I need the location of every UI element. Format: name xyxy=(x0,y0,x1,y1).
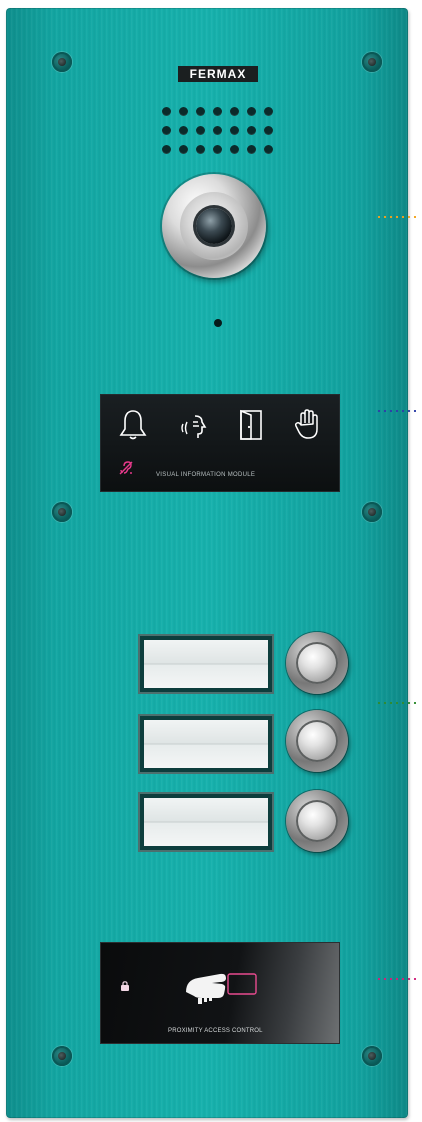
screw-mid-left xyxy=(52,502,72,522)
speaker-hole xyxy=(196,126,205,135)
camera-indicator-line xyxy=(376,216,416,218)
speaker-hole xyxy=(179,145,188,154)
call-button-2[interactable] xyxy=(286,710,348,772)
screw-bottom-right xyxy=(362,1046,382,1066)
speaking-icon xyxy=(181,415,207,438)
call-button-3[interactable] xyxy=(286,790,348,852)
speaker-hole xyxy=(162,145,171,154)
name-card-insert xyxy=(144,720,268,768)
speaker-hole xyxy=(213,107,222,116)
speaker-hole xyxy=(213,145,222,154)
hearing-aid-icon xyxy=(119,461,133,475)
access-indicator-line xyxy=(376,978,416,980)
speaker-hole xyxy=(230,126,239,135)
name-card-insert xyxy=(144,640,268,688)
speaker-hole xyxy=(247,107,256,116)
vim-indicator-line xyxy=(376,410,416,412)
speaker-hole xyxy=(230,107,239,116)
speaker-hole xyxy=(247,126,256,135)
speaker-grille xyxy=(162,107,280,159)
call-button-cap xyxy=(296,642,338,684)
brand-logo: FERMAX xyxy=(178,66,258,82)
speaker-hole xyxy=(230,145,239,154)
visual-information-module: VISUAL INFORMATION MODULE xyxy=(100,394,340,492)
proximity-access-module[interactable]: PROXIMITY ACCESS CONTROL xyxy=(100,942,340,1044)
speaker-hole xyxy=(264,107,273,116)
screw-mid-right xyxy=(362,502,382,522)
name-card-2 xyxy=(138,714,274,774)
buttons-indicator-line xyxy=(376,702,416,704)
speaker-hole xyxy=(196,145,205,154)
lock-icon xyxy=(121,981,129,991)
speaker-hole xyxy=(162,107,171,116)
call-button-cap xyxy=(296,800,338,842)
call-button-cap xyxy=(296,720,338,762)
camera-lens xyxy=(196,208,232,244)
hand-stop-icon xyxy=(294,409,318,439)
speaker-hole xyxy=(264,145,273,154)
speaker-hole xyxy=(264,126,273,135)
speaker-hole xyxy=(196,107,205,116)
speaker-hole xyxy=(162,126,171,135)
proximity-card-icon xyxy=(186,973,257,1004)
door-icon xyxy=(240,409,262,440)
screw-top-left xyxy=(52,52,72,72)
speaker-hole xyxy=(247,145,256,154)
camera-icon xyxy=(162,174,266,278)
access-label: PROXIMITY ACCESS CONTROL xyxy=(168,1028,263,1034)
name-card-3 xyxy=(138,792,274,852)
bell-icon xyxy=(119,410,147,440)
screw-bottom-left xyxy=(52,1046,72,1066)
speaker-hole xyxy=(179,107,188,116)
microphone-hole xyxy=(214,319,222,327)
call-button-1[interactable] xyxy=(286,632,348,694)
speaker-hole xyxy=(213,126,222,135)
vim-label: VISUAL INFORMATION MODULE xyxy=(156,472,256,478)
speaker-hole xyxy=(179,126,188,135)
screw-top-right xyxy=(362,52,382,72)
name-card-insert xyxy=(144,798,268,846)
door-entry-panel: FERMAX VISUAL INFORMATION MODULE PROXIMI… xyxy=(6,8,408,1118)
name-card-1 xyxy=(138,634,274,694)
